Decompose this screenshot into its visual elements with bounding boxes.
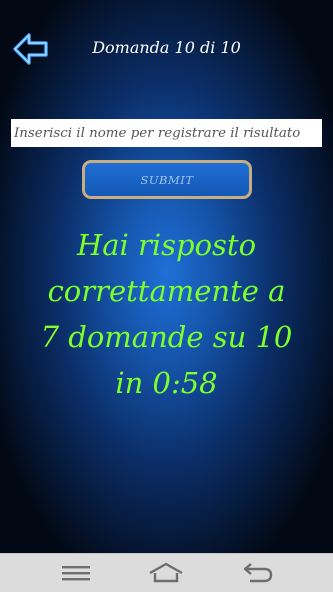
result-line: 7 domande su 10 (40, 320, 293, 354)
app-screen: Domanda 10 di 10 SUBMIT Hai risposto cor… (0, 0, 333, 592)
menu-icon[interactable] (56, 560, 96, 586)
result-message: Hai risposto correttamente a 7 domande s… (0, 222, 333, 406)
header: Domanda 10 di 10 (0, 0, 333, 100)
back-icon[interactable] (236, 560, 276, 586)
submit-button[interactable]: SUBMIT (82, 160, 252, 199)
back-arrow-icon[interactable] (12, 31, 50, 67)
name-input[interactable] (11, 119, 322, 147)
system-nav-bar (0, 553, 333, 592)
result-line: correttamente a (47, 274, 286, 308)
home-icon[interactable] (146, 560, 186, 586)
result-line: in 0:58 (115, 366, 218, 400)
result-line: Hai risposto (76, 228, 257, 262)
page-title: Domanda 10 di 10 (92, 38, 241, 57)
